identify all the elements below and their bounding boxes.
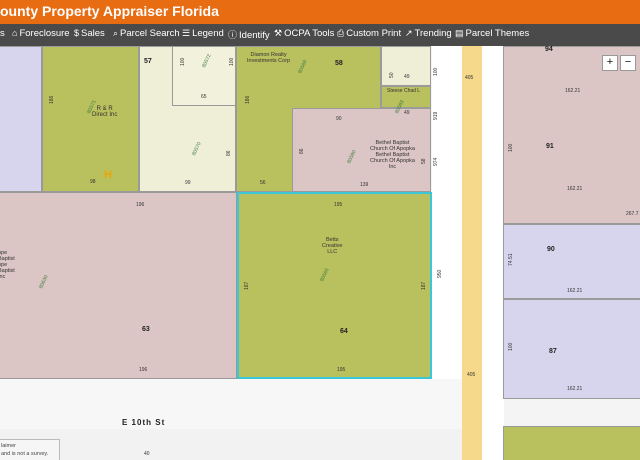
owner-label-rr-direct: R & R Direct Inc: [92, 106, 118, 118]
owner-label-betts: Betts Creative LLC: [322, 237, 343, 255]
parcel-left-lavender[interactable]: [0, 46, 42, 192]
dim-50: 50: [389, 72, 395, 78]
dim-100-d: 100: [508, 143, 514, 152]
street-band: [0, 379, 462, 429]
dollar-icon: $: [74, 28, 80, 38]
toolbar-item-foreclosure[interactable]: ⌂ Foreclosure: [12, 28, 70, 39]
dim-195-top: 195: [334, 202, 343, 208]
dim-100-c: 100: [433, 67, 439, 76]
dim-100-b: 100: [229, 57, 235, 66]
toolbar-item-legend[interactable]: ☰ Legend: [182, 28, 224, 39]
dim-139: 139: [360, 182, 369, 188]
disclaimer-line2: and is not a survey.: [1, 451, 49, 457]
dim-86: 86: [226, 150, 232, 156]
dim-196-bottom: 196: [139, 367, 148, 373]
street-label: E 10th St: [122, 418, 166, 427]
foreclosure-icon: ⌂: [12, 28, 18, 38]
dim-267: 267.7: [626, 211, 639, 217]
parcel-number-90: 90: [547, 246, 555, 253]
zoom-in-button[interactable]: +: [602, 55, 618, 71]
dim-195-bottom: 195: [337, 367, 346, 373]
dim-7451: 74.51: [508, 253, 514, 266]
dim-919: 919: [433, 111, 439, 120]
dim-405-b: 405: [467, 372, 476, 378]
dim-98: 98: [90, 179, 96, 185]
highway-yellow: [462, 46, 482, 460]
lower-band: [0, 429, 462, 460]
parcel-87[interactable]: [503, 299, 640, 399]
parcel-number-64: 64: [340, 328, 348, 335]
dim-90: 90: [336, 116, 342, 122]
wrench-icon: ⚒: [274, 28, 283, 38]
dim-100-a: 100: [180, 57, 186, 66]
parcel-64-selected[interactable]: [237, 192, 432, 379]
dim-49-a: 49: [404, 74, 410, 80]
parcel-91[interactable]: [503, 46, 640, 224]
toolbar-item-parcel-themes[interactable]: ▤ Parcel Themes: [455, 28, 529, 39]
owner-label-diamon: Diamon Realty Investments Corp: [247, 52, 291, 64]
dim-405-a: 405: [465, 75, 474, 81]
disclaimer-box: laimer and is not a survey.: [0, 439, 60, 460]
info-icon: ⓘ: [228, 30, 238, 40]
toolbar-item-parcel-search[interactable]: ⌕ Parcel Search: [113, 28, 180, 39]
dim-186-b: 186: [245, 95, 251, 104]
dim-162-d: 162.21: [567, 386, 583, 392]
dim-186-a: 186: [49, 95, 55, 104]
toolbar-item-sales[interactable]: $ Sales: [74, 28, 105, 39]
dim-86-b: 86: [299, 148, 305, 154]
dim-65: 65: [201, 94, 207, 100]
dim-58: 58: [421, 158, 427, 164]
app-title: ounty Property Appraiser Florida: [0, 3, 219, 19]
toolbar-item-s[interactable]: s: [0, 28, 5, 39]
dim-162-c: 162.21: [567, 288, 583, 294]
dim-49-b: 49: [404, 110, 410, 116]
dim-950: 950: [437, 269, 443, 278]
owner-label-steese: Steese Chad L: [387, 88, 421, 94]
dim-99: 99: [185, 180, 191, 186]
parcel-63[interactable]: [0, 192, 237, 379]
parcel-number-94: 94: [545, 46, 553, 53]
search-icon: ⌕: [113, 28, 119, 38]
owner-label-left: ope Baptist ope Baptist Inc: [0, 250, 15, 280]
dim-56: 56: [260, 180, 266, 186]
historic-marker: H: [104, 169, 112, 181]
dim-187-a: 187: [244, 281, 250, 290]
parcel-bottom-right[interactable]: [503, 426, 640, 460]
zoom-out-button[interactable]: −: [620, 55, 636, 71]
main-toolbar: s ⌂ Foreclosure $ Sales ⌕ Parcel Search ☰ Le…: [0, 24, 640, 46]
dim-196-top: 196: [136, 202, 145, 208]
print-icon: ⎙: [337, 28, 345, 38]
parcel-map[interactable]: 57 58 63 64 94 91 90 87 R & R Direct Inc…: [0, 46, 640, 460]
dim-162-a: 162.21: [565, 88, 581, 94]
parcel-rr-direct[interactable]: [42, 46, 139, 192]
dim-162-b: 162.21: [567, 186, 583, 192]
owner-label-bethel: Bethel Baptist Church Of Apopka Bethel B…: [370, 140, 415, 170]
disclaimer-line1: laimer: [1, 443, 16, 449]
legend-icon: ☰: [182, 28, 191, 38]
dim-40: 40: [144, 451, 150, 457]
dim-100-e: 100: [508, 342, 514, 351]
trending-icon: ↗: [405, 28, 413, 38]
themes-icon: ▤: [455, 28, 464, 38]
dim-974: 974: [433, 157, 439, 166]
parcel-number-87: 87: [549, 348, 557, 355]
parcel-49[interactable]: [381, 46, 431, 86]
dim-187-b: 187: [421, 281, 427, 290]
parcel-number-91: 91: [546, 143, 554, 150]
parcel-number-63: 63: [142, 326, 150, 333]
toolbar-item-custom-print[interactable]: ⎙ Custom Print: [337, 28, 401, 39]
parcel-number-58: 58: [335, 60, 343, 67]
toolbar-item-identify[interactable]: ⓘ Identify: [228, 28, 270, 41]
parcel-number-57: 57: [144, 58, 152, 65]
toolbar-item-trending[interactable]: ↗ Trending: [405, 28, 452, 39]
toolbar-item-ocpa-tools[interactable]: ⚒ OCPA Tools: [274, 28, 334, 39]
app-header: ounty Property Appraiser Florida: [0, 0, 640, 24]
